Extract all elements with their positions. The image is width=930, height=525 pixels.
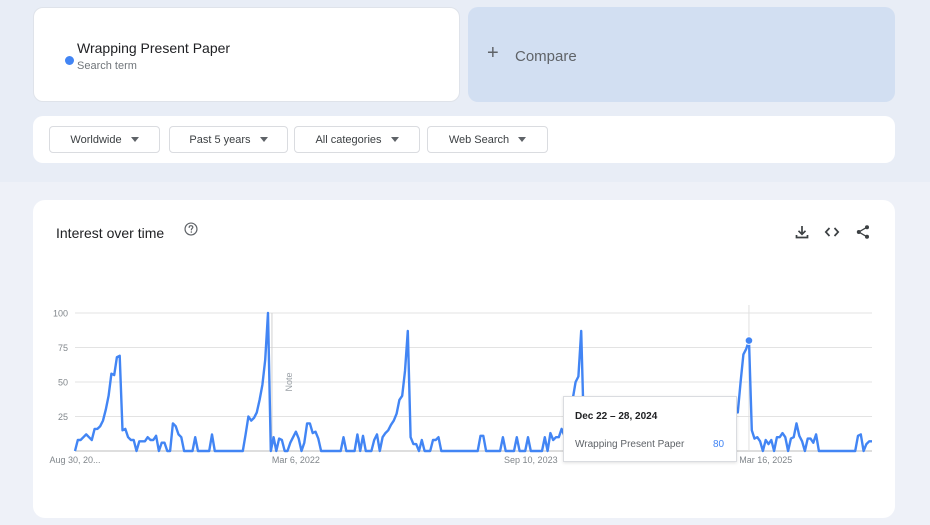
x-tick-label: Sep 10, 2023 bbox=[504, 455, 558, 465]
y-tick-label: 100 bbox=[53, 309, 68, 319]
y-tick-label: 25 bbox=[58, 412, 68, 422]
tooltip-value: 80 bbox=[713, 439, 725, 450]
note-label: Note bbox=[284, 372, 294, 391]
x-tick-label: Mar 6, 2022 bbox=[272, 455, 320, 465]
hovered-point bbox=[744, 336, 754, 345]
line-chart[interactable]: 100 75 50 25 Aug 30, 20... Mar 6, 2022 Sep 10,… bbox=[0, 0, 930, 525]
chart-tooltip: Dec 22 – 28, 2024 Wrapping Present Paper… bbox=[563, 396, 737, 462]
x-tick-label: Mar 16, 2025 bbox=[739, 455, 792, 465]
tooltip-term: Wrapping Present Paper bbox=[575, 439, 685, 450]
tooltip-date: Dec 22 – 28, 2024 bbox=[575, 411, 658, 422]
y-tick-label: 50 bbox=[58, 378, 68, 388]
x-tick-label: Aug 30, 20... bbox=[49, 455, 100, 465]
y-tick-label: 75 bbox=[58, 343, 68, 353]
